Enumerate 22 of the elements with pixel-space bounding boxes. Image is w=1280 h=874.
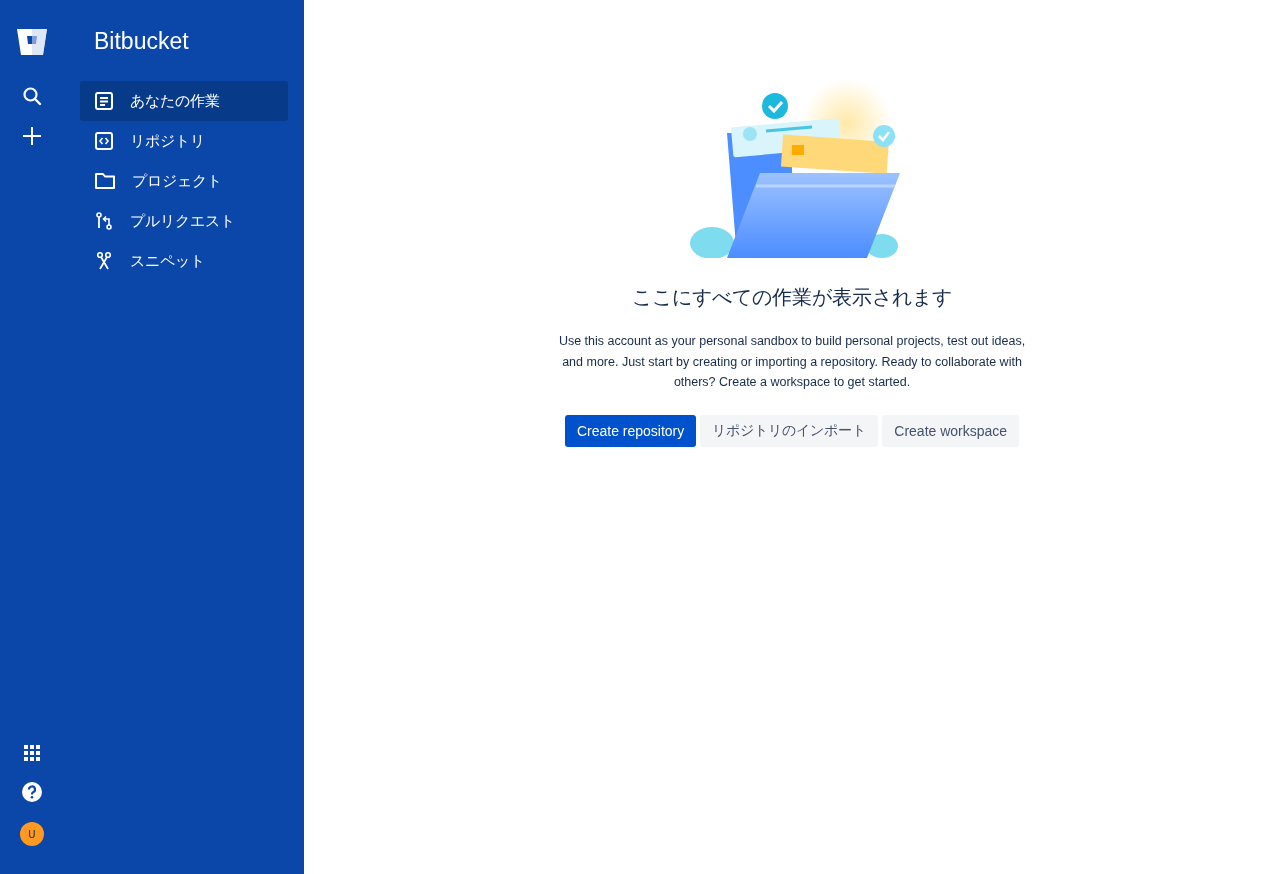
nav-item[interactable]: リポジトリ [80, 121, 288, 161]
nav-item[interactable]: プロジェクト [80, 161, 288, 201]
nav-item[interactable]: スニペット [80, 241, 288, 281]
app-grid-icon[interactable] [23, 744, 41, 762]
nav-item[interactable]: あなたの作業 [80, 81, 288, 121]
plus-icon[interactable] [22, 126, 42, 146]
user-avatar[interactable]: U [20, 822, 44, 846]
nav-item[interactable]: プルリクエスト [80, 201, 288, 241]
action-button[interactable]: Create workspace [882, 414, 1020, 447]
action-button[interactable]: Create repository [564, 414, 697, 447]
empty-state-description: Use this account as your personal sandbox to build personal projects, test out ideas, and more. Just start by creating or importing a repository. Ready to collaborate with others? Create a workspace to get started. [557, 333, 1027, 391]
folder-icon [94, 171, 116, 191]
pull-request-icon [94, 211, 114, 231]
search-icon[interactable] [22, 86, 42, 106]
bucket-logo-icon[interactable] [16, 28, 48, 56]
scissors-icon [94, 251, 114, 271]
action-button[interactable]: リポジトリのインポート [700, 414, 879, 447]
empty-state-title: ここにすべての作業が表示されます [632, 284, 952, 311]
document-icon [94, 91, 114, 111]
help-icon[interactable] [22, 782, 42, 802]
code-icon [94, 131, 114, 151]
product-name: Bitbucket [93, 28, 190, 55]
